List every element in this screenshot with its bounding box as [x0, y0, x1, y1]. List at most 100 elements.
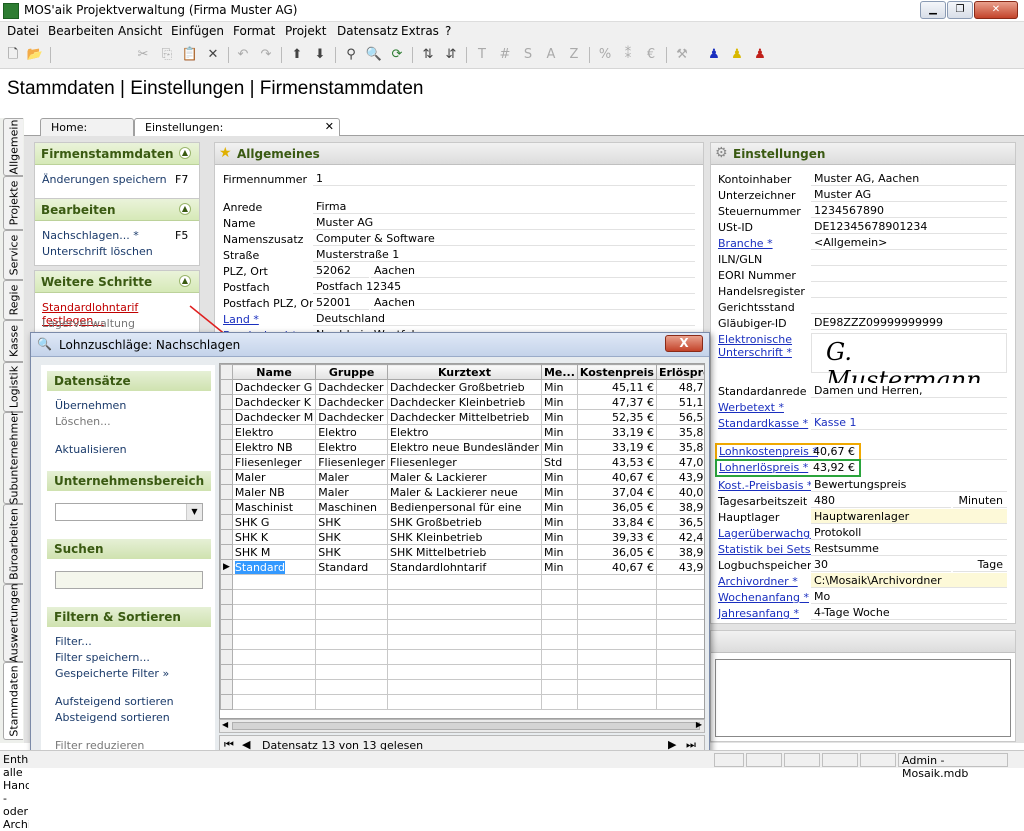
gespeicherte-filter-link[interactable]: Gespeicherte Filter » [55, 667, 169, 680]
row-header[interactable] [220, 694, 233, 710]
menu-format[interactable]: Format [233, 24, 275, 38]
filter-link[interactable]: Filter... [55, 635, 92, 648]
lookup-icon[interactable]: 🔍 [364, 45, 384, 65]
table-cell[interactable]: 51,16 € [655, 394, 704, 410]
column-header[interactable]: Name [231, 364, 317, 380]
save-changes-link[interactable]: Änderungen speichern [42, 173, 167, 186]
table-row[interactable]: Dachdecker M Dachdecker Dachdecker Mittelb… [220, 409, 704, 425]
filter-speichern-link[interactable]: Filter speichern... [55, 651, 150, 664]
number-format-icon[interactable]: # [495, 45, 515, 65]
table-cell[interactable]: Maler [315, 484, 388, 500]
einstellung-label[interactable]: Jahresanfang * [718, 607, 799, 620]
einstellung-field[interactable]: DE98ZZZ09999999999 [811, 315, 1007, 330]
row-header[interactable] [220, 394, 233, 410]
ort-field[interactable]: Aachen [371, 263, 695, 278]
table-cell[interactable] [655, 619, 704, 635]
table-cell[interactable]: Fliesenleger [231, 454, 317, 470]
paste-icon[interactable]: 📋 [180, 45, 200, 65]
unterschrift-link[interactable]: Elektronische Unterschrift * [718, 333, 808, 359]
table-cell[interactable] [576, 634, 657, 650]
table-cell[interactable] [231, 679, 317, 695]
table-row[interactable]: SHK M SHKSHK MittelbetriebMin36,05 €38,93… [220, 544, 704, 560]
table-cell[interactable] [540, 664, 578, 680]
einstellung-field[interactable]: 30 [811, 557, 951, 572]
table-cell[interactable]: 52,35 € [576, 409, 657, 425]
table-cell[interactable]: Maler NB [231, 484, 317, 500]
table-cell[interactable] [315, 664, 388, 680]
table-cell[interactable]: 47,01 € [655, 454, 704, 470]
table-row[interactable]: Elektro NB Elektro Elektro neue Bundesländ… [220, 439, 704, 455]
table-row[interactable]: Dachdecker K Dachdecker Dachdecker Kleinbe… [220, 394, 704, 410]
table-cell[interactable]: 56,54 € [655, 409, 704, 425]
table-cell[interactable]: Maler & Lackierer neue [387, 484, 542, 500]
open-icon[interactable]: 📂 [25, 45, 45, 65]
row-header[interactable] [220, 604, 233, 620]
einstellung-field[interactable]: DE12345678901234 [811, 219, 1007, 234]
table-cell[interactable]: 35,85 € [655, 424, 704, 440]
table-cell[interactable] [540, 619, 578, 635]
vtab-projekte[interactable]: Projekte [3, 176, 23, 230]
einstellung-label[interactable]: Lagerüberwachg * [718, 527, 819, 540]
einstellung-field[interactable]: Bewertungspreis [811, 477, 1007, 492]
table-cell[interactable]: 37,04 € [576, 484, 657, 500]
table-cell[interactable]: 36,55 € [655, 514, 704, 530]
table-cell[interactable] [540, 694, 578, 710]
column-header[interactable]: Gruppe [315, 364, 388, 380]
copy-icon[interactable]: ⎘ [157, 45, 177, 65]
table-cell[interactable] [655, 634, 704, 650]
table-cell[interactable]: Dachdecker Großbetrieb [387, 379, 542, 395]
row-header[interactable] [220, 439, 233, 455]
table-cell[interactable]: Min [540, 379, 578, 395]
table-cell[interactable]: Fliesenleger [315, 454, 388, 470]
table-cell[interactable] [231, 664, 317, 680]
table-row[interactable]: Maler NB Maler Maler & Lackierer neue Min 37… [220, 484, 704, 500]
table-cell[interactable] [315, 649, 388, 665]
move-down-icon[interactable]: ⬇ [310, 45, 330, 65]
table-cell[interactable]: 33,84 € [576, 514, 657, 530]
menu-datensatz[interactable]: Datensatz [337, 24, 398, 38]
land-field[interactable]: Deutschland [313, 311, 695, 326]
table-cell[interactable] [231, 589, 317, 605]
loeschen-link[interactable]: Löschen... [55, 415, 111, 428]
table-cell[interactable]: 43,53 € [576, 454, 657, 470]
table-cell[interactable] [540, 649, 578, 665]
row-header[interactable] [220, 664, 233, 680]
table-cell[interactable]: 36,05 € [576, 499, 657, 515]
table-cell[interactable] [576, 649, 657, 665]
table-cell[interactable]: Maler & Lackierer [387, 469, 542, 485]
table-cell[interactable]: Elektro [315, 424, 388, 440]
table-cell[interactable]: Standardlohntarif [387, 559, 542, 575]
einstellung-field[interactable]: C:\Mosaik\Archivordner [811, 573, 1007, 588]
einstellung-field[interactable] [811, 283, 1007, 298]
einstellung-field[interactable]: 1234567890 [811, 203, 1007, 218]
aufsteigend-link[interactable]: Aufsteigend sortieren [55, 695, 174, 708]
undo-icon[interactable]: ↶ [233, 45, 253, 65]
table-cell[interactable] [655, 694, 704, 710]
table-cell[interactable]: Min [540, 409, 578, 425]
z-format-icon[interactable]: Z [564, 45, 584, 65]
table-cell[interactable]: 48,72 € [655, 379, 704, 395]
postfach-field[interactable]: Postfach 12345 [313, 279, 695, 294]
table-cell[interactable] [540, 589, 578, 605]
table-cell[interactable] [387, 649, 542, 665]
lohnkostenpreis-link[interactable]: Lohnkostenpreis * [719, 445, 818, 458]
tab-home[interactable]: Home: Startseite [40, 118, 134, 147]
table-cell[interactable]: 33,19 € [576, 439, 657, 455]
lohnkostenpreis-value[interactable]: 40,67 € [813, 445, 855, 458]
vtab-service[interactable]: Service [3, 230, 23, 280]
einstellung-field[interactable] [811, 251, 1007, 266]
table-cell[interactable]: Min [540, 394, 578, 410]
einstellung-label[interactable]: Statistik bei Sets * [718, 543, 819, 556]
einstellung-field[interactable]: <Allgemein> [811, 235, 1007, 250]
table-cell[interactable]: 33,19 € [576, 424, 657, 440]
row-header[interactable] [220, 409, 233, 425]
table-cell[interactable]: 40,67 € [576, 559, 657, 575]
einstellung-field[interactable]: 480 [811, 493, 951, 508]
table-cell[interactable]: SHK [315, 529, 388, 545]
einstellung-field[interactable]: 4-Tage Woche [811, 605, 1007, 620]
anrede-field[interactable]: Firma [313, 199, 695, 214]
table-cell[interactable]: Standard [315, 559, 388, 575]
currency-icon[interactable]: € [641, 45, 661, 65]
table-row[interactable]: ElektroElektroElektroMin33,19 €35,85 € [220, 424, 704, 440]
postfach-plz-field[interactable]: 52001 [313, 295, 369, 310]
